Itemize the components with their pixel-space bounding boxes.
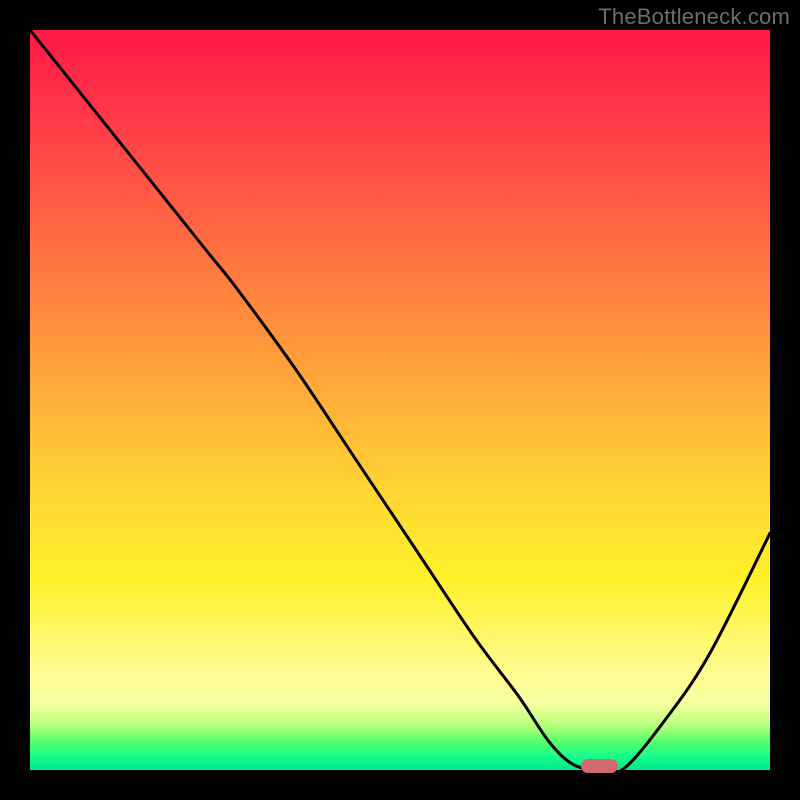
watermark-text: TheBottleneck.com [598,4,790,30]
plot-area [30,30,770,770]
optimal-marker [581,759,618,773]
chart-frame: TheBottleneck.com [0,0,800,800]
bottleneck-curve [30,30,770,770]
